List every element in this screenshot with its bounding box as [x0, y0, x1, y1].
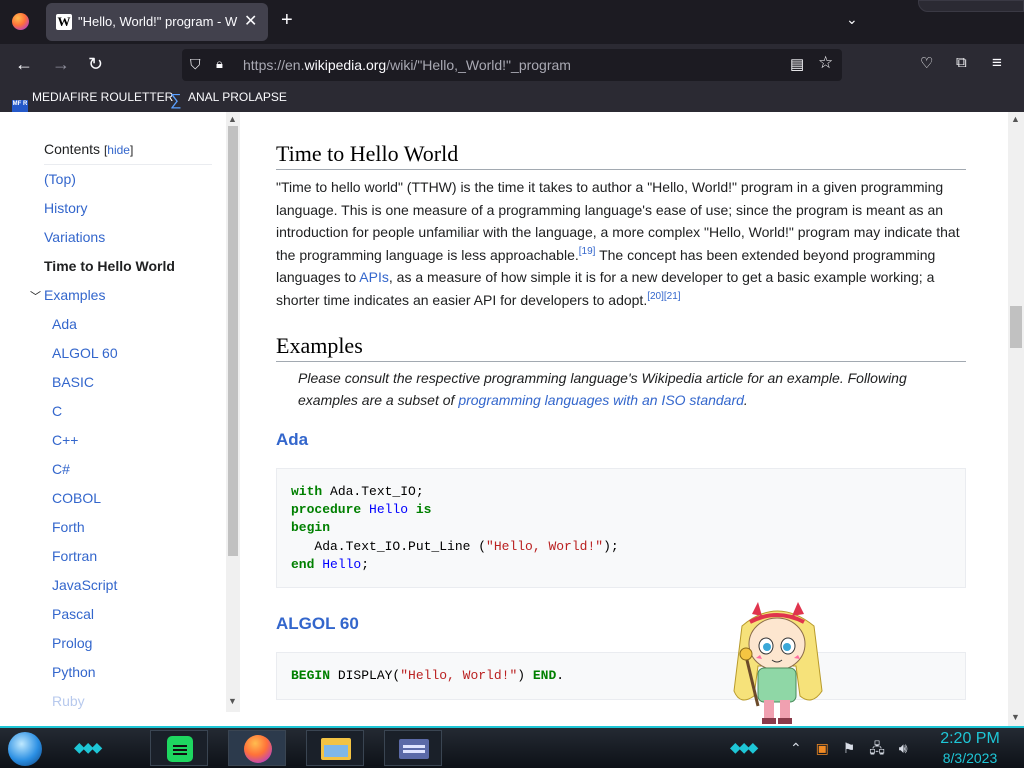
scroll-down-icon[interactable]: ▼	[1011, 712, 1020, 722]
toc-item-forth[interactable]: Forth	[52, 519, 85, 535]
toc-item-algol-60[interactable]: ALGOL 60	[52, 345, 118, 361]
taskbar-app-window[interactable]	[384, 730, 442, 766]
scroll-up-icon[interactable]: ▲	[1011, 114, 1020, 124]
scroll-down-icon[interactable]: ▼	[228, 696, 237, 706]
taskbar-app-file-explorer[interactable]	[306, 730, 364, 766]
toc-item-basic[interactable]: BASIC	[52, 374, 94, 390]
address-bar[interactable]: ⛉ 🔒︎ https://en.wikipedia.org/wiki/"Hell…	[182, 49, 842, 81]
taskbar-clock[interactable]: 2:20 PM 8/3/2023	[930, 729, 1010, 767]
desktop-mascot-character	[733, 602, 823, 724]
subheading-ada: Ada	[276, 430, 309, 449]
taskbar: ◆◆◆ ◆◆◆ ⌃ ▣ ⚑ 🖧︎ 🔊︎ 2:20 PM 8/3/2023	[0, 726, 1024, 768]
toc-item-history[interactable]: History	[44, 200, 88, 216]
clock-time: 2:20 PM	[940, 730, 1000, 747]
tracking-protection-shield-icon[interactable]: ⛉	[190, 56, 201, 73]
app-menu-icon[interactable]: ≡	[992, 53, 1002, 73]
tab-strip: W "Hello, World!" program - Wiki ✕ + ⌄	[0, 0, 1024, 44]
toc-heading: Contents [hide]	[44, 141, 134, 157]
firefox-view-icon[interactable]	[12, 13, 29, 30]
tray-app-icon[interactable]: ▣	[816, 740, 829, 756]
wikipedia-favicon-icon: W	[56, 14, 72, 30]
toc-item-python[interactable]: Python	[52, 664, 96, 680]
bookmarks-toolbar: MF R MEDIAFIRE ROULETTER ∑ ANAL PROLAPSE	[0, 86, 1024, 116]
reader-view-icon[interactable]: ▤	[790, 55, 804, 73]
toc-item-ada[interactable]: Ada	[52, 316, 77, 332]
extensions-icon[interactable]: ⧉	[956, 54, 967, 71]
toc-scrollbar-thumb[interactable]	[228, 126, 238, 556]
lock-icon[interactable]: 🔒︎	[216, 56, 223, 72]
page-content: Contents [hide] (Top) History Variations…	[0, 112, 1024, 726]
toc-item-cpp[interactable]: C++	[52, 432, 78, 448]
citation-19[interactable]: [19]	[579, 246, 596, 257]
spotify-icon	[167, 736, 193, 762]
toc-item-fortran[interactable]: Fortran	[52, 548, 97, 564]
folder-icon	[321, 738, 351, 760]
toc-divider	[44, 164, 212, 165]
scroll-up-icon[interactable]: ▲	[228, 114, 237, 124]
active-tab[interactable]: W "Hello, World!" program - Wiki ✕	[46, 3, 268, 41]
tray-security-icon[interactable]: ⚑	[843, 740, 856, 756]
section-heading-time-to-hello-world: Time to Hello World	[276, 141, 966, 170]
toc-item-prolog[interactable]: Prolog	[52, 635, 92, 651]
toc-item-pascal[interactable]: Pascal	[52, 606, 94, 622]
toc-hide-link[interactable]: hide	[107, 143, 130, 157]
toc-item-ruby[interactable]: Ruby	[52, 693, 85, 709]
decorative-chevrons: ◆◆◆	[730, 739, 758, 755]
list-all-tabs-icon[interactable]: ⌄	[846, 11, 858, 28]
chevron-down-icon[interactable]: ﹀	[30, 288, 41, 304]
clock-date: 8/3/2023	[942, 750, 998, 766]
app-window-icon	[399, 739, 429, 759]
hatnote: Please consult the respective programmin…	[298, 370, 907, 408]
forward-button[interactable]: →	[52, 53, 70, 75]
apis-link[interactable]: APIs	[359, 269, 389, 285]
toc-item-javascript[interactable]: JavaScript	[52, 577, 117, 593]
toc-item-c[interactable]: C	[52, 403, 62, 419]
code-block-algol-60: BEGIN DISPLAY("Hello, World!") END.	[276, 652, 966, 700]
citation-20-21[interactable]: [20][21]	[647, 291, 680, 302]
code-block-ada: with Ada.Text_IO; procedure Hello is beg…	[276, 468, 966, 588]
taskbar-app-spotify[interactable]	[150, 730, 208, 766]
section-heading-examples: Examples	[276, 333, 966, 362]
bookmark-star-icon[interactable]: ☆	[818, 53, 833, 73]
toc-item-examples[interactable]: Examples	[44, 287, 105, 303]
window-frame-decoration	[918, 0, 1024, 12]
toc-item-cobol[interactable]: COBOL	[52, 490, 101, 506]
volume-icon[interactable]: 🔊︎	[899, 740, 908, 756]
sigma-icon: ∑	[170, 92, 182, 109]
pocket-icon[interactable]: ♡	[920, 54, 933, 72]
taskbar-app-firefox[interactable]	[228, 730, 286, 766]
page-scrollbar-thumb[interactable]	[1010, 306, 1022, 348]
toc-item-csharp[interactable]: C#	[52, 461, 70, 477]
firefox-icon	[244, 735, 272, 763]
new-tab-icon[interactable]: +	[281, 10, 293, 30]
paragraph-tthw: "Time to hello world" (TTHW) is the time…	[276, 179, 960, 308]
toc-item-variations[interactable]: Variations	[44, 229, 105, 245]
close-tab-icon[interactable]: ✕	[244, 11, 257, 31]
table-of-contents: Contents [hide] (Top) History Variations…	[0, 112, 240, 726]
subheading-algol-60: ALGOL 60	[276, 614, 359, 633]
tab-title: "Hello, World!" program - Wiki	[78, 14, 238, 29]
decorative-chevrons: ◆◆◆	[74, 739, 102, 755]
toc-item-top[interactable]: (Top)	[44, 171, 76, 187]
iso-languages-link[interactable]: programming languages with an ISO standa…	[458, 392, 744, 408]
url-text[interactable]: https://en.wikipedia.org/wiki/"Hello,_Wo…	[243, 57, 571, 73]
navigation-toolbar: ← → ↻ ⛉ 🔒︎ https://en.wikipedia.org/wiki…	[0, 44, 1024, 86]
system-tray: ⌃ ▣ ⚑ 🖧︎ 🔊︎	[790, 738, 918, 762]
tray-overflow-icon[interactable]: ⌃	[790, 740, 802, 756]
toc-item-time-to-hello-world[interactable]: Time to Hello World	[44, 258, 175, 274]
bookmark-second[interactable]: ∑ ANAL PROLAPSE	[170, 90, 287, 109]
network-icon[interactable]: 🖧︎	[869, 740, 885, 756]
page-scrollbar[interactable]	[1008, 112, 1024, 726]
reload-button[interactable]: ↻	[88, 53, 103, 75]
back-button[interactable]: ←	[15, 53, 33, 75]
start-button[interactable]	[8, 732, 42, 766]
